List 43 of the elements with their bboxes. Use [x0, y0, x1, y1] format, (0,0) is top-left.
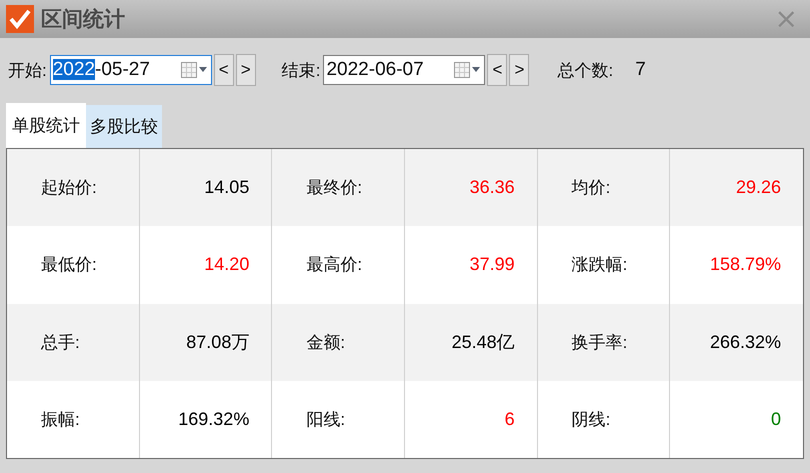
- date-text: -05-27: [95, 59, 150, 80]
- date-label: 开始:: [8, 60, 47, 82]
- stat-value: 0: [770, 408, 781, 430]
- previous-button[interactable]: <: [214, 54, 234, 86]
- calendar-dropdown-icon[interactable]: [454, 62, 480, 78]
- count-label: 总个数:: [557, 60, 614, 82]
- date-label: 结束:: [282, 60, 320, 82]
- checkmark-icon: [6, 5, 34, 33]
- stat-value: 37.99: [470, 254, 515, 276]
- next-button[interactable]: >: [236, 54, 256, 86]
- stat-label: 涨跌幅:: [572, 254, 628, 276]
- stat-label: 阳线:: [306, 408, 346, 431]
- stat-value: 6: [504, 408, 515, 430]
- stat-label: 最高价:: [306, 254, 362, 276]
- window-title: 区间统计: [41, 7, 125, 33]
- calendar-dropdown-icon[interactable]: [180, 62, 207, 78]
- stat-value: 25.48亿: [452, 331, 515, 354]
- date-text: 2022-06-07: [326, 59, 424, 80]
- stat-value: 158.79%: [710, 254, 781, 276]
- stat-label: 起始价:: [41, 177, 97, 200]
- stat-label: 最终价:: [306, 177, 362, 200]
- stat-label: 振幅:: [41, 408, 80, 431]
- date-text: 2022: [52, 59, 96, 80]
- stat-value: 87.08万: [186, 331, 250, 354]
- date-field[interactable]: 2022-05-27: [50, 55, 212, 85]
- stat-label: 最低价:: [41, 254, 97, 276]
- stat-value: 266.32%: [710, 332, 781, 353]
- stat-value: 29.26: [736, 177, 781, 198]
- tab[interactable]: 单股统计: [6, 103, 86, 148]
- date-field[interactable]: 2022-06-07: [323, 55, 486, 85]
- stat-label: 均价:: [572, 177, 610, 200]
- stat-value: 36.36: [470, 177, 515, 198]
- tab[interactable]: 多股比较: [86, 105, 162, 148]
- stat-value: 169.32%: [178, 408, 250, 430]
- next-button[interactable]: >: [509, 54, 530, 86]
- stat-label: 阴线:: [572, 408, 610, 431]
- stat-value: 14.20: [204, 254, 250, 276]
- stat-label: 换手率:: [572, 332, 628, 354]
- stat-label: 总手:: [41, 332, 80, 354]
- count-value: 7: [635, 59, 646, 81]
- previous-button[interactable]: <: [487, 54, 508, 86]
- stat-value: 14.05: [204, 177, 250, 198]
- stat-label: 金额:: [306, 332, 346, 354]
